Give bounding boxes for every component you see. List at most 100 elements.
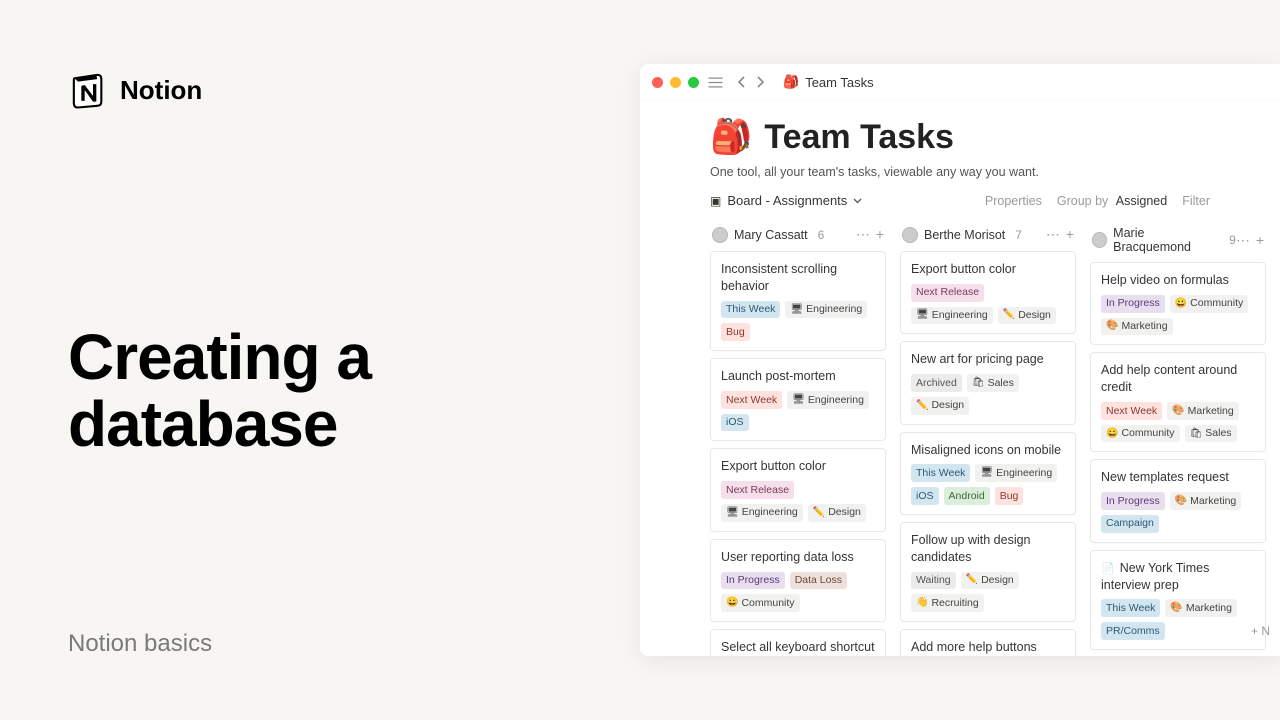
board-card[interactable]: User reporting data loss In Progress Data … <box>710 539 886 622</box>
column-add-icon[interactable]: + <box>1256 232 1264 249</box>
column-user[interactable]: Marie Bracquemond9 <box>1092 226 1236 254</box>
tag-engineering: 🖥Engineering <box>787 391 869 409</box>
tag-row: In Progress Data Loss 😀Community <box>721 572 875 612</box>
tag-engineering: 🖥Engineering <box>975 464 1057 482</box>
column-user[interactable]: Berthe Morisot7 <box>902 227 1022 243</box>
board-card[interactable]: Misaligned icons on mobileThis Week🖥Engi… <box>900 432 1076 515</box>
tag-emoji-icon: ✏️ <box>813 506 825 520</box>
traffic-lights <box>652 77 699 88</box>
slide-footer: Notion basics <box>68 630 212 658</box>
board-card[interactable]: New York Times interview prepThis Week🎨M… <box>1090 550 1266 650</box>
board-card[interactable]: Inconsistent scrolling behaviorThis Week… <box>710 251 886 351</box>
tag-emoji-icon: 🛍 <box>972 376 985 390</box>
tag-in-progress: In Progress <box>1101 295 1165 313</box>
column-add-icon[interactable]: + <box>876 226 884 243</box>
board-card[interactable]: Launch post-mortemNext Week🖥Engineeringi… <box>710 358 886 441</box>
intro-panel: Notion Creating a database <box>68 70 588 458</box>
tag-emoji-icon: 😀 <box>1175 297 1187 311</box>
tag-emoji-icon: 🖥 <box>980 466 993 480</box>
page-header: 🎒 Team Tasks One tool, all your team's t… <box>640 101 1280 179</box>
filter-button[interactable]: Filter <box>1182 194 1210 208</box>
tag-bug: Bug <box>721 323 750 341</box>
tag-this-week: This Week <box>721 301 780 319</box>
zoom-window-icon[interactable] <box>688 77 699 88</box>
tag-row: This Week🖥EngineeringiOSAndroidBug <box>911 464 1065 504</box>
board-view-icon: ▣ <box>710 194 721 208</box>
tag-design: ✏️Design <box>808 504 866 522</box>
properties-button[interactable]: Properties <box>985 194 1042 208</box>
board-card[interactable]: Help video on formulasIn Progress😀Commun… <box>1090 262 1266 345</box>
tag-in-progress: In Progress <box>721 572 785 590</box>
card-title: User reporting data loss <box>721 549 875 566</box>
avatar <box>1092 232 1107 248</box>
notion-window: 🎒 Team Tasks 🎒 Team Tasks One tool, all … <box>640 64 1280 656</box>
card-title: Help video on formulas <box>1101 272 1255 289</box>
tag-next-week: Next Week <box>1101 402 1162 420</box>
tag-emoji-icon: 🖥 <box>792 393 805 407</box>
card-title: Follow up with design candidates <box>911 532 1065 566</box>
tag-design: ✏️Design <box>961 572 1019 590</box>
page-title[interactable]: Team Tasks <box>764 118 954 157</box>
card-title: Add help content around credit <box>1101 362 1255 396</box>
tag-engineering: 🖥Engineering <box>911 307 993 325</box>
column-more-icon[interactable]: ⋯ <box>1046 226 1060 243</box>
tag-data-loss: Data Loss <box>790 572 847 590</box>
board-column: Berthe Morisot7 ⋯ + Export button colorNext… <box>900 222 1076 656</box>
board: Mary Cassatt 6 ⋯ + Inconsistent scrolling be… <box>640 214 1280 656</box>
view-label: Board - Assignments <box>727 193 847 208</box>
minimize-window-icon[interactable] <box>670 77 681 88</box>
group-by-button[interactable]: Group by Assigned <box>1057 194 1167 208</box>
board-card[interactable]: New art for pricing page Archived🛍Sales✏️… <box>900 341 1076 424</box>
column-more-icon[interactable]: ⋯ <box>856 226 870 243</box>
breadcrumb[interactable]: 🎒 Team Tasks <box>783 74 874 90</box>
tag-marketing: 🎨Marketing <box>1101 318 1173 336</box>
column-count: 6 <box>818 228 825 242</box>
tag-emoji-icon: 🎨 <box>1170 601 1182 615</box>
column-more-icon[interactable]: ⋯ <box>1236 232 1250 249</box>
tag-row: Archived🛍Sales✏️Design <box>911 374 1065 414</box>
sidebar-toggle-icon[interactable] <box>708 76 723 89</box>
tag-next-release: Next Release <box>721 481 794 499</box>
board-card[interactable]: Export button colorNext Release🖥Engineer… <box>900 251 1076 334</box>
tag-marketing: 🎨Marketing <box>1165 599 1237 617</box>
tag-design: ✏️Design <box>998 307 1056 325</box>
board-card[interactable]: Add help content around credit Next Week 🎨… <box>1090 352 1266 452</box>
tag-next-week: Next Week <box>721 391 782 409</box>
breadcrumb-emoji-icon: 🎒 <box>783 74 799 90</box>
column-user[interactable]: Mary Cassatt 6 <box>712 227 824 243</box>
tag-android: Android <box>944 487 990 505</box>
column-add-icon[interactable]: + <box>1066 226 1074 243</box>
board-card[interactable]: Select all keyboard shortcut not working… <box>710 629 886 656</box>
card-title: New art for pricing page <box>911 351 1065 368</box>
board-card[interactable]: Export button colorNext Release🖥Engineer… <box>710 448 886 531</box>
notion-logo-icon <box>68 70 108 110</box>
column-user-name: Mary Cassatt <box>734 228 808 242</box>
close-window-icon[interactable] <box>652 77 663 88</box>
tag-engineering: 🖥Engineering <box>785 301 867 319</box>
tag-marketing: 🎨Marketing <box>1167 402 1239 420</box>
tag-emoji-icon: 🖥 <box>726 506 739 520</box>
tag-community: 😀Community <box>721 594 800 612</box>
tag-this-week: This Week <box>911 464 970 482</box>
tag-row: This Week 🖥Engineering Bug <box>721 301 875 341</box>
board-card[interactable]: Add more help buttonsNext Release🖥Engine… <box>900 629 1076 656</box>
tag-sales: 🛍Sales <box>1185 425 1237 443</box>
view-selector[interactable]: ▣ Board - Assignments <box>710 193 862 208</box>
card-title: Launch post-mortem <box>721 368 875 385</box>
nav-back-icon[interactable] <box>736 76 748 88</box>
nav-forward-icon[interactable] <box>754 76 766 88</box>
avatar <box>902 227 918 243</box>
tag-emoji-icon: 🎨 <box>1106 319 1118 333</box>
board-card[interactable]: New templates requestIn Progress🎨Marketi… <box>1090 459 1266 542</box>
tag-pr-comms: PR/Comms <box>1101 622 1165 640</box>
page-emoji-icon[interactable]: 🎒 <box>710 117 752 157</box>
tag-emoji-icon: 🛍 <box>1190 427 1203 441</box>
column-header: Mary Cassatt 6 ⋯ + <box>710 222 886 251</box>
tag-bug: Bug <box>995 487 1024 505</box>
board-card[interactable]: Follow up with design candidatesWaiting✏… <box>900 522 1076 622</box>
card-title: New York Times interview prep <box>1101 560 1255 594</box>
board-column: Marie Bracquemond9⋯ + Help video on formul… <box>1090 222 1266 656</box>
new-row-button[interactable]: + N <box>1249 618 1272 644</box>
tag-row: Next Release🖥Engineering✏️Design <box>911 284 1065 324</box>
chevron-down-icon <box>853 196 862 205</box>
